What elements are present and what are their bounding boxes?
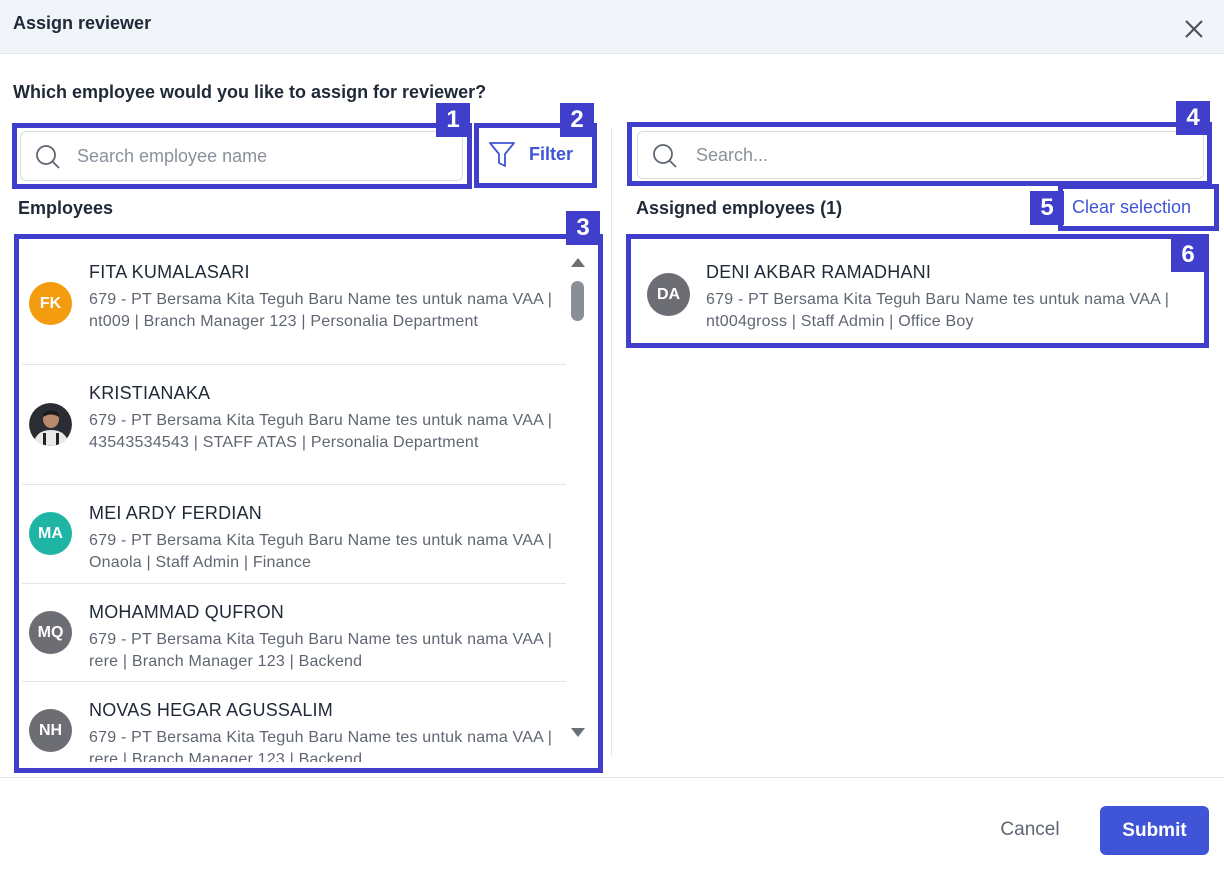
dialog-title: Assign reviewer	[13, 13, 152, 33]
avatar: NH	[29, 709, 72, 752]
employee-detail: 679 - PT Bersama Kita Teguh Baru Name te…	[706, 291, 1170, 330]
annotation-badge: 6	[1171, 238, 1205, 272]
avatar: FK	[29, 282, 72, 325]
employee-list-scrollbar[interactable]	[566, 244, 590, 762]
annotation-badge: 2	[560, 103, 594, 137]
employees-label: Employees	[18, 198, 114, 218]
employee-name: DENI AKBAR RAMADHANI	[706, 262, 932, 282]
avatar-photo	[29, 403, 72, 446]
employee-detail: 679 - PT Bersama Kita Teguh Baru Name te…	[89, 729, 553, 762]
employee-detail: 679 - PT Bersama Kita Teguh Baru Name te…	[89, 631, 553, 670]
employee-item[interactable]: FK FITA KUMALASARI 679 - PT Bersama Kita…	[22, 244, 566, 365]
avatar: DA	[647, 273, 690, 316]
scroll-thumb[interactable]	[571, 281, 584, 321]
employee-name: MOHAMMAD QUFRON	[89, 602, 284, 622]
search-icon	[36, 145, 60, 169]
dialog-question: Which employee would you like to assign …	[13, 82, 487, 102]
annotation-badge: 1	[436, 103, 470, 137]
employee-search-box	[20, 131, 463, 181]
annotation-badge: 3	[566, 211, 600, 245]
scroll-down-icon[interactable]	[571, 728, 585, 737]
filter-button[interactable]: Filter	[482, 131, 590, 179]
employee-detail: 679 - PT Bersama Kita Teguh Baru Name te…	[89, 412, 553, 451]
assigned-employees-label: Assigned employees (1)	[636, 198, 843, 218]
filter-label: Filter	[529, 144, 574, 164]
employee-item[interactable]: KRISTIANAKA 679 - PT Bersama Kita Teguh …	[22, 365, 566, 485]
filter-icon	[489, 142, 515, 167]
employee-detail: 679 - PT Bersama Kita Teguh Baru Name te…	[89, 532, 553, 571]
submit-button[interactable]: Submit	[1100, 806, 1209, 855]
employee-name: KRISTIANAKA	[89, 383, 211, 403]
employee-name: MEI ARDY FERDIAN	[89, 503, 262, 523]
employee-item[interactable]: MQ MOHAMMAD QUFRON 679 - PT Bersama Kita…	[22, 584, 566, 682]
employee-item[interactable]: MA MEI ARDY FERDIAN 679 - PT Bersama Kit…	[22, 485, 566, 584]
employee-detail: 679 - PT Bersama Kita Teguh Baru Name te…	[89, 291, 553, 330]
avatar: MA	[29, 512, 72, 555]
dialog-header: Assign reviewer	[0, 0, 1224, 54]
employee-search-input[interactable]	[77, 132, 457, 180]
employee-item[interactable]: NH NOVAS HEGAR AGUSSALIM 679 - PT Bersam…	[22, 682, 566, 762]
scroll-up-icon[interactable]	[571, 258, 585, 267]
annotation-badge: 5	[1030, 191, 1064, 225]
panel-divider	[611, 128, 612, 756]
clear-selection-link[interactable]: Clear selection	[1072, 197, 1191, 218]
annotation-badge: 4	[1176, 101, 1210, 135]
avatar: MQ	[29, 611, 72, 654]
assigned-search-input[interactable]	[696, 132, 1191, 178]
search-icon	[653, 144, 677, 168]
assigned-employee-item[interactable]: DA DENI AKBAR RAMADHANI 679 - PT Bersama…	[634, 244, 1200, 340]
cancel-button[interactable]: Cancel	[988, 806, 1072, 854]
employee-list: FK FITA KUMALASARI 679 - PT Bersama Kita…	[22, 244, 566, 762]
close-icon[interactable]	[1181, 16, 1207, 42]
assigned-search-box	[637, 131, 1204, 179]
employee-name: FITA KUMALASARI	[89, 262, 250, 282]
employee-name: NOVAS HEGAR AGUSSALIM	[89, 700, 333, 720]
